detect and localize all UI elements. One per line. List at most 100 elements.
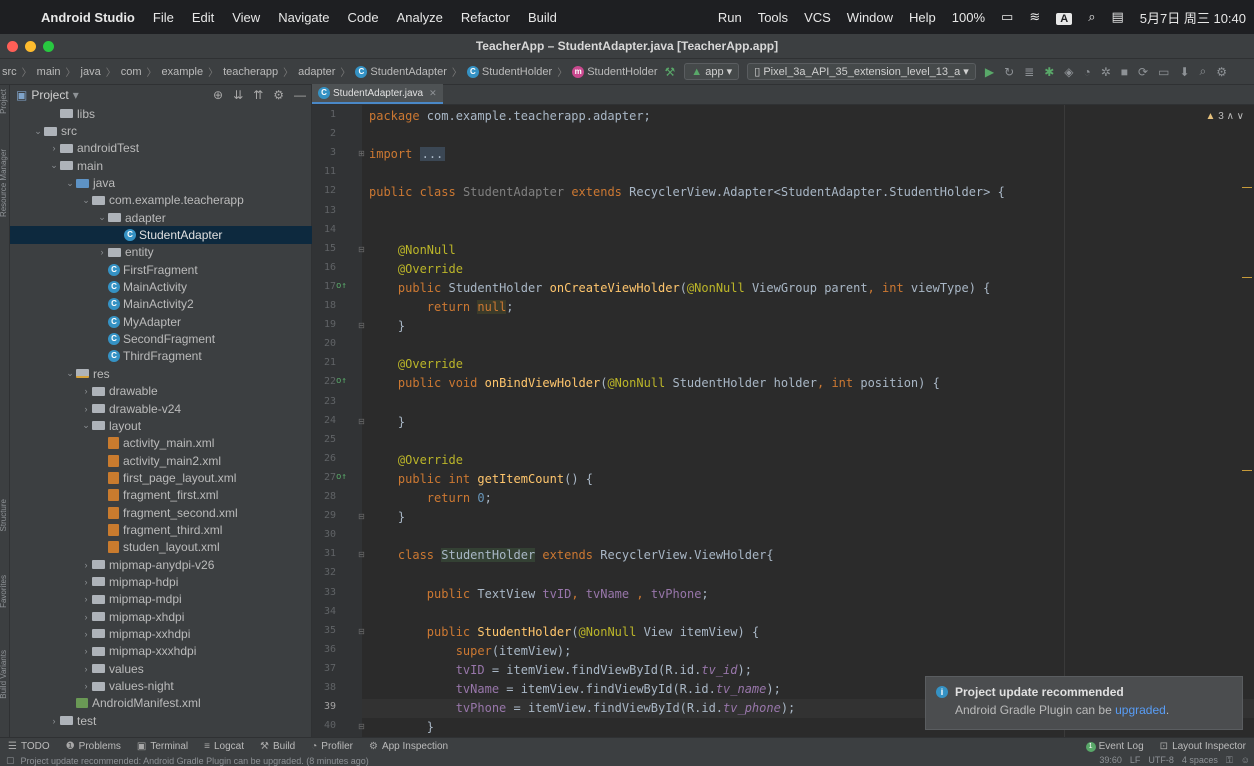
menu-edit[interactable]: Edit (183, 10, 223, 25)
tree-item[interactable]: fragment_second.xml (10, 504, 312, 521)
tree-item[interactable]: ⌄ adapter (10, 209, 312, 226)
tree-item[interactable]: C SecondFragment (10, 330, 312, 347)
input-method-icon[interactable]: A (1048, 10, 1080, 25)
chevron-down-icon[interactable]: ⌄ (64, 178, 76, 189)
chevron-right-icon[interactable]: › (96, 247, 108, 257)
project-tool-label[interactable]: Project (0, 89, 8, 114)
tree-item[interactable]: › mipmap-mdpi (10, 591, 312, 608)
project-view-dropdown[interactable]: Project (31, 88, 68, 102)
control-center-icon[interactable]: ▤ (1103, 9, 1131, 25)
code-line[interactable]: return 0; (362, 489, 1254, 508)
tool-build-button[interactable]: ⚒ Build (252, 741, 303, 752)
editor-scrollbar[interactable] (1242, 135, 1252, 735)
breadcrumb-item[interactable]: C StudentHolder (465, 65, 554, 78)
warning-stripe[interactable] (1242, 187, 1252, 188)
tree-item[interactable]: C FirstFragment (10, 261, 312, 278)
event-log-button[interactable]: 1 Event Log (1078, 741, 1152, 752)
code-line[interactable] (362, 336, 1254, 355)
code-line[interactable]: } (362, 413, 1254, 432)
chevron-right-icon[interactable]: › (48, 716, 60, 726)
override-marker-icon[interactable]: o↑ (336, 376, 347, 386)
previous-highlight-icon[interactable]: ∧ (1227, 111, 1234, 122)
tree-item[interactable]: › mipmap-xxhdpi (10, 625, 312, 642)
breadcrumb-item[interactable]: adapter (296, 66, 337, 78)
code-line[interactable] (362, 222, 1254, 241)
tree-item[interactable]: ⌄ java (10, 174, 312, 191)
menu-refactor[interactable]: Refactor (452, 10, 519, 25)
run-config-dropdown[interactable]: ▲ app ▾ (684, 63, 740, 80)
menu-help[interactable]: Help (901, 10, 944, 25)
tree-item[interactable]: AndroidManifest.xml (10, 695, 312, 712)
lock-icon[interactable]: ⚿ (1222, 755, 1237, 766)
tree-item[interactable]: › mipmap-anydpi-v26 (10, 556, 312, 573)
chevron-right-icon[interactable]: › (80, 560, 92, 570)
expand-all-icon[interactable]: ⇊ (228, 88, 248, 102)
panel-options-gear-icon[interactable]: ⚙ (268, 88, 289, 102)
code-line[interactable]: package com.example.teacherapp.adapter; (362, 107, 1254, 126)
code-line[interactable]: public class StudentAdapter extends Recy… (362, 183, 1254, 202)
code-line[interactable] (362, 432, 1254, 451)
menubar-clock[interactable]: 5月7日 周三 10:40 (1132, 8, 1254, 27)
tree-item[interactable]: first_page_layout.xml (10, 469, 312, 486)
resource-manager-tool-label[interactable]: Resource Manager (0, 149, 8, 217)
close-tab-icon[interactable]: ✕ (429, 88, 437, 99)
tree-item[interactable]: › values-night (10, 677, 312, 694)
collapse-all-icon[interactable]: ⇈ (248, 88, 268, 102)
override-marker-icon[interactable]: o↑ (336, 472, 347, 482)
chevron-right-icon[interactable]: › (80, 681, 92, 691)
tree-item[interactable]: ⌄ com.example.teacherapp (10, 192, 312, 209)
tool-profiler-button[interactable]: ◔ Profiler (303, 741, 361, 752)
chevron-right-icon[interactable]: › (80, 404, 92, 414)
code-line[interactable]: @Override (362, 355, 1254, 374)
tree-item[interactable]: › drawable (10, 383, 312, 400)
tool-logcat-button[interactable]: ≡ Logcat (196, 741, 252, 752)
sync-gradle-icon[interactable]: ⟳ (1133, 65, 1153, 79)
code-analysis-icon[interactable]: ☺ (1237, 755, 1254, 766)
locate-file-icon[interactable]: ⊕ (208, 88, 228, 102)
wifi-icon[interactable]: ≋ (1021, 9, 1048, 25)
tree-item[interactable]: C StudentAdapter (10, 226, 312, 244)
device-manager-icon[interactable]: ▭ (1153, 65, 1174, 79)
settings-gear-icon[interactable]: ⚙ (1211, 65, 1232, 79)
override-marker-icon[interactable]: o↑ (336, 281, 347, 291)
breadcrumb-item[interactable]: C StudentAdapter (353, 65, 448, 78)
chevron-down-icon[interactable]: ⌄ (48, 160, 60, 171)
battery-icon[interactable]: ▭ (993, 9, 1021, 25)
code-line[interactable]: class StudentHolder extends RecyclerView… (362, 546, 1254, 565)
device-dropdown[interactable]: ▯ Pixel_3a_API_35_extension_level_13_a ▾ (747, 63, 976, 80)
project-update-notification[interactable]: i Project update recommended Android Grad… (925, 676, 1243, 730)
build-variants-tool-label[interactable]: Build Variants (0, 650, 8, 699)
breadcrumb-item[interactable]: com (119, 66, 144, 78)
tree-item[interactable]: › mipmap-hdpi (10, 573, 312, 590)
tool-terminal-button[interactable]: ▣ Terminal (129, 741, 196, 752)
spotlight-search-icon[interactable]: ⌕ (1080, 9, 1103, 25)
sdk-manager-icon[interactable]: ⬇ (1174, 65, 1194, 79)
chevron-right-icon[interactable]: › (80, 577, 92, 587)
code-line[interactable] (362, 126, 1254, 145)
breadcrumb-item[interactable]: m StudentHolder (570, 65, 659, 78)
code-line[interactable]: public int getItemCount() { (362, 470, 1254, 489)
breadcrumb-item[interactable]: java (79, 66, 103, 78)
tree-item[interactable]: libs (10, 105, 312, 122)
tree-item[interactable]: fragment_first.xml (10, 487, 312, 504)
code-line[interactable]: @Override (362, 451, 1254, 470)
tree-item[interactable]: C MyAdapter (10, 313, 312, 330)
chevron-right-icon[interactable]: › (80, 664, 92, 674)
tree-item[interactable]: ⌄ res (10, 365, 312, 382)
menu-code[interactable]: Code (339, 10, 388, 25)
stop-icon[interactable]: ■ (1116, 65, 1133, 79)
breadcrumb-item[interactable]: main (35, 66, 63, 78)
tree-item[interactable]: ⌄ main (10, 157, 312, 174)
chevron-down-icon[interactable]: ⌄ (80, 420, 92, 431)
structure-tool-label[interactable]: Structure (0, 499, 8, 531)
tree-item[interactable]: › mipmap-xhdpi (10, 608, 312, 625)
layout-inspector-button[interactable]: ⊡ Layout Inspector (1152, 741, 1254, 752)
hide-panel-icon[interactable]: — (289, 88, 311, 102)
code-line[interactable] (362, 164, 1254, 183)
favorites-tool-label[interactable]: Favorites (0, 575, 8, 608)
chevron-down-icon[interactable]: ⌄ (96, 212, 108, 223)
tool-todo-button[interactable]: ☰ TODO (0, 741, 58, 752)
status-message[interactable]: Project update recommended: Android Grad… (21, 756, 369, 766)
tree-item[interactable]: › mipmap-xxxhdpi (10, 643, 312, 660)
code-editor[interactable]: 1 2 3 ⊞ 11 12 13 14 15 ⊟ 16 17 o↑ 18 19 ⊟ 20 21 22 o↑ 23 24 ⊟ 2… (312, 105, 1254, 737)
